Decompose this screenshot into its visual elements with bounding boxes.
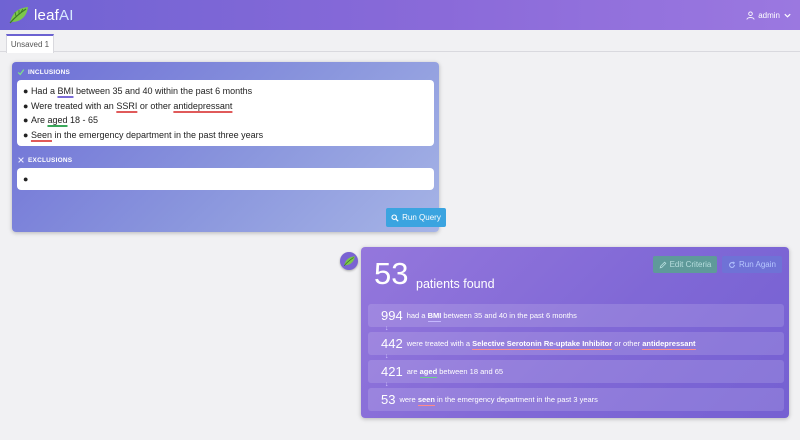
tab-unsaved-1[interactable]: Unsaved 1 (6, 34, 54, 53)
app-logo[interactable]: leafAI (8, 5, 74, 25)
run-query-button[interactable]: Run Query (386, 208, 446, 227)
concept-term[interactable]: SSRI (116, 101, 137, 111)
search-icon (391, 213, 399, 222)
arrow-down-icon: ↓ (385, 325, 389, 332)
pencil-icon (659, 261, 666, 268)
check-icon (17, 69, 25, 76)
assistant-avatar (340, 252, 358, 270)
concept-term[interactable]: antidepressant (173, 101, 232, 111)
user-menu[interactable]: admin (746, 11, 792, 20)
step-description: had a BMI between 35 and 40 in the past … (406, 311, 577, 322)
edit-criteria-button[interactable]: Edit Criteria (653, 256, 717, 273)
step-count: 994 (381, 308, 403, 323)
funnel-step: 421 are aged between 18 and 65 (368, 360, 784, 383)
step-count: 421 (381, 364, 403, 379)
funnel-step: 53 were seen in the emergency department… (368, 388, 784, 411)
funnel-step: 442 were treated with a Selective Seroto… (368, 332, 784, 355)
inclusions-editor[interactable]: ● Had a BMI between 35 and 40 within the… (17, 80, 434, 146)
query-tab-strip: Unsaved 1 (0, 30, 800, 53)
step-description: were seen in the emergency department in… (399, 395, 598, 406)
top-navbar: leafAI admin (0, 0, 800, 30)
brand-name: leafAI (34, 6, 74, 24)
exclusions-header: EXCLUSIONS (17, 156, 434, 164)
funnel-step: 994 had a BMI between 35 and 40 in the p… (368, 304, 784, 327)
arrow-down-icon: ↓ (385, 353, 389, 360)
inclusion-line: ● Seen in the emergency department in th… (23, 129, 264, 140)
arrow-down-icon: ↓ (385, 381, 389, 388)
concept-term[interactable]: BMI (57, 86, 73, 96)
exclusion-line: ● (23, 174, 31, 184)
leaf-logo-icon (9, 7, 28, 24)
exclusions-editor[interactable]: ● (17, 168, 434, 190)
query-builder-card: INCLUSIONS ● Had a BMI between 35 and 40… (12, 62, 446, 232)
results-card: 53 patients found Edit Criteria Run Agai… (361, 247, 789, 418)
step-description: were treated with a Selective Serotonin … (406, 339, 696, 350)
inclusions-header: INCLUSIONS (17, 68, 434, 76)
step-count: 442 (381, 336, 403, 351)
chevron-down-icon (784, 13, 791, 18)
user-icon (746, 10, 755, 20)
leaf-logo-icon (343, 256, 355, 266)
inclusion-line: ● Had a BMI between 35 and 40 within the… (23, 86, 253, 96)
total-patient-count: 53 (374, 256, 409, 291)
patients-found-label: patients found (416, 277, 495, 291)
close-icon (18, 157, 24, 163)
inclusion-line: ● Were treated with an SSRI or other ant… (23, 100, 233, 111)
user-name: admin (758, 10, 780, 20)
concept-term[interactable]: aged (47, 115, 67, 125)
step-count: 53 (381, 392, 396, 407)
refresh-icon (729, 260, 736, 268)
concept-term[interactable]: Seen (31, 130, 52, 140)
inclusion-line: ● Are aged 18 - 65 (23, 115, 99, 125)
run-again-button[interactable]: Run Again (722, 256, 782, 273)
step-description: are aged between 18 and 65 (406, 367, 504, 378)
